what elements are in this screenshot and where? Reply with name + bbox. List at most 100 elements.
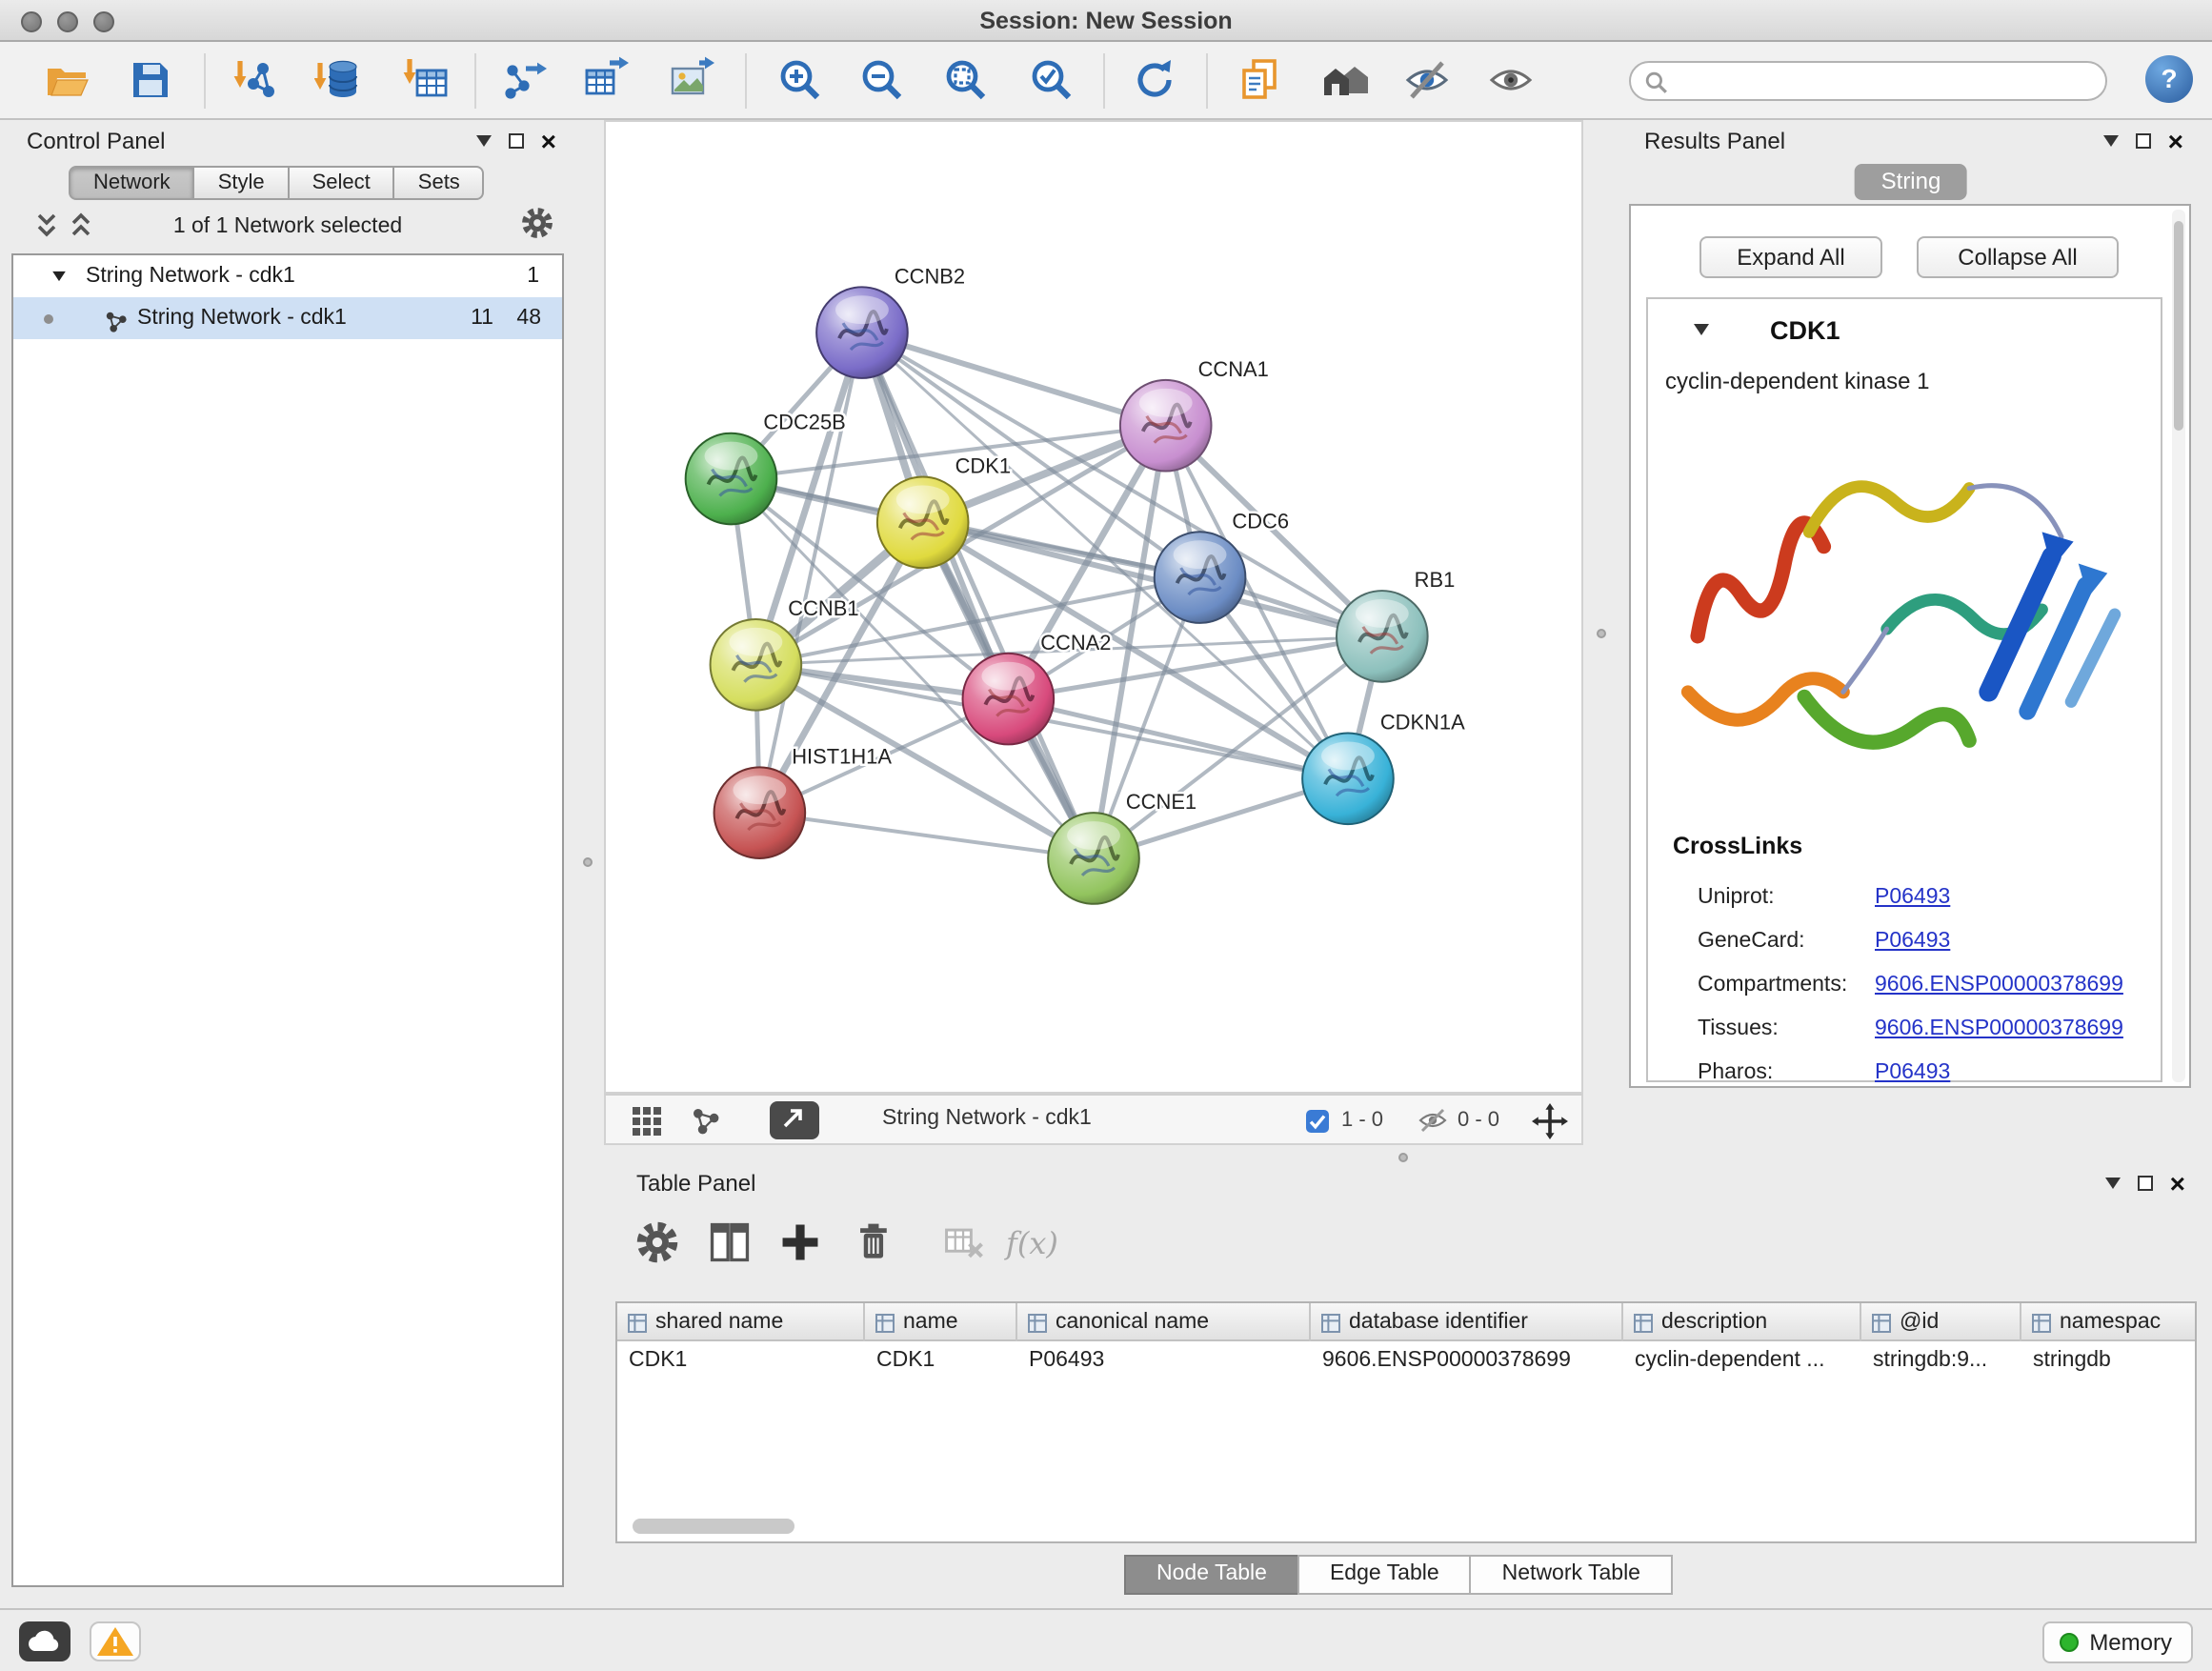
- table-options-gear-icon[interactable]: [634, 1219, 684, 1269]
- node-CDC6[interactable]: [1155, 532, 1246, 623]
- network-canvas[interactable]: CCNB2CCNA1CDC25BCDK1CDC6RB1CCNB1CCNA2CDK…: [604, 120, 1583, 1094]
- tab-string[interactable]: String: [1855, 164, 1968, 200]
- edge-HIST1H1A-CCNE1[interactable]: [759, 813, 1094, 858]
- network-overview-icon[interactable]: [692, 1107, 720, 1141]
- minimize-window-icon[interactable]: [57, 10, 78, 31]
- float-panel-icon[interactable]: [476, 135, 492, 147]
- column-header-shared-name[interactable]: shared name: [617, 1303, 865, 1341]
- column-header--id[interactable]: @id: [1861, 1303, 2021, 1341]
- node-CCNA2[interactable]: [963, 654, 1055, 745]
- function-builder-icon[interactable]: f(x): [1006, 1225, 1058, 1275]
- import-network-icon[interactable]: [232, 55, 282, 105]
- zoom-out-icon[interactable]: [857, 55, 907, 105]
- results-scrollbar[interactable]: [2172, 210, 2185, 1082]
- zoom-fit-icon[interactable]: [941, 55, 991, 105]
- crosslink-link[interactable]: P06493: [1875, 930, 1950, 953]
- column-header-description[interactable]: description: [1623, 1303, 1861, 1341]
- table-cell[interactable]: P06493: [1017, 1341, 1311, 1379]
- tab-node-table[interactable]: Node Table: [1124, 1555, 1299, 1595]
- crosslink-link[interactable]: 9606.ENSP00000378699: [1875, 1017, 2123, 1040]
- node-RB1[interactable]: [1337, 591, 1428, 682]
- bottom-splitter-handle[interactable]: [1398, 1153, 1408, 1162]
- table-cell[interactable]: 9606.ENSP00000378699: [1311, 1341, 1623, 1379]
- column-header-namespac[interactable]: namespac: [2021, 1303, 2197, 1341]
- open-in-window-button[interactable]: [770, 1101, 819, 1139]
- show-hide-panel-icon[interactable]: [1486, 55, 1536, 105]
- collapse-all-icon[interactable]: [34, 211, 59, 246]
- node-CDC25B[interactable]: [686, 433, 777, 525]
- maximize-panel-icon[interactable]: [2138, 1176, 2153, 1191]
- node-HIST1H1A[interactable]: [714, 767, 806, 858]
- selected-checkbox-icon[interactable]: [1305, 1109, 1330, 1139]
- node-CCNA1[interactable]: [1120, 380, 1212, 472]
- crosslink-link[interactable]: 9606.ENSP00000378699: [1875, 974, 2123, 997]
- node-CDKN1A[interactable]: [1302, 733, 1394, 824]
- float-panel-icon[interactable]: [2105, 1178, 2121, 1189]
- help-icon[interactable]: ?: [2145, 55, 2193, 103]
- hidden-eye-icon[interactable]: [1418, 1107, 1448, 1139]
- import-database-icon[interactable]: [314, 55, 364, 105]
- warnings-button[interactable]: [90, 1621, 141, 1661]
- node-CCNB1[interactable]: [711, 619, 802, 711]
- zoom-in-icon[interactable]: [775, 55, 825, 105]
- tab-network-table[interactable]: Network Table: [1470, 1555, 1673, 1595]
- network-collection-row[interactable]: String Network - cdk1 1: [13, 255, 562, 297]
- right-splitter-handle[interactable]: [1597, 629, 1606, 638]
- search-input[interactable]: [1677, 65, 2092, 97]
- close-panel-icon[interactable]: ×: [2170, 1174, 2185, 1193]
- cloud-status-button[interactable]: [19, 1621, 70, 1661]
- table-cell[interactable]: cyclin-dependent ...: [1623, 1341, 1861, 1379]
- delete-table-icon[interactable]: [941, 1219, 991, 1269]
- tab-style[interactable]: Style: [193, 166, 290, 200]
- crosslink-link[interactable]: P06493: [1875, 1061, 1950, 1084]
- maximize-panel-icon[interactable]: [2136, 133, 2151, 149]
- zoom-selected-icon[interactable]: [1027, 55, 1076, 105]
- export-network-icon[interactable]: [499, 55, 549, 105]
- edge-CCNB2-CCNE1[interactable]: [862, 332, 1094, 858]
- collapse-gene-icon[interactable]: [1694, 324, 1709, 335]
- tab-sets[interactable]: Sets: [393, 166, 485, 200]
- show-columns-icon[interactable]: [707, 1219, 756, 1269]
- expand-all-icon[interactable]: [69, 211, 93, 246]
- column-header-name[interactable]: name: [865, 1303, 1017, 1341]
- import-table-icon[interactable]: [402, 55, 452, 105]
- export-table-icon[interactable]: [581, 55, 631, 105]
- fit-content-crosshair-icon[interactable]: [1532, 1103, 1568, 1145]
- table-cell[interactable]: CDK1: [617, 1341, 865, 1379]
- home-layout-icon[interactable]: [1320, 55, 1370, 105]
- float-panel-icon[interactable]: [2103, 135, 2119, 147]
- tab-select[interactable]: Select: [288, 166, 395, 200]
- network-row-selected[interactable]: String Network - cdk1 11 48: [13, 297, 562, 339]
- tab-network[interactable]: Network: [69, 166, 195, 200]
- collapse-all-button[interactable]: Collapse All: [1917, 236, 2119, 278]
- column-header-canonical-name[interactable]: canonical name: [1017, 1303, 1311, 1341]
- network-graph[interactable]: CCNB2CCNA1CDC25BCDK1CDC6RB1CCNB1CCNA2CDK…: [606, 122, 1581, 1092]
- close-panel-icon[interactable]: ×: [2168, 131, 2183, 151]
- network-options-gear-icon[interactable]: [520, 206, 554, 246]
- delete-column-icon[interactable]: [850, 1219, 899, 1269]
- table-horizontal-scrollbar[interactable]: [633, 1519, 794, 1534]
- close-window-icon[interactable]: [21, 10, 42, 31]
- crosslink-link[interactable]: P06493: [1875, 886, 1950, 909]
- column-header-database-identifier[interactable]: database identifier: [1311, 1303, 1623, 1341]
- export-image-icon[interactable]: [667, 55, 716, 105]
- hide-graphics-details-icon[interactable]: [1402, 55, 1452, 105]
- left-splitter-handle[interactable]: [583, 857, 593, 867]
- memory-button[interactable]: Memory: [2041, 1621, 2193, 1663]
- table-cell[interactable]: stringdb: [2021, 1341, 2197, 1379]
- edge-CCNB2-CCNA1[interactable]: [862, 332, 1166, 426]
- table-cell[interactable]: CDK1: [865, 1341, 1017, 1379]
- create-column-icon[interactable]: [777, 1219, 827, 1269]
- tab-edge-table[interactable]: Edge Table: [1297, 1555, 1472, 1595]
- node-CCNE1[interactable]: [1048, 813, 1139, 904]
- zoom-window-icon[interactable]: [93, 10, 114, 31]
- table-cell[interactable]: stringdb:9...: [1861, 1341, 2021, 1379]
- open-session-icon[interactable]: [42, 55, 91, 105]
- save-session-icon[interactable]: [126, 55, 175, 105]
- grid-view-icon[interactable]: [633, 1107, 661, 1141]
- expand-all-button[interactable]: Expand All: [1699, 236, 1882, 278]
- copy-icon[interactable]: [1235, 55, 1284, 105]
- close-panel-icon[interactable]: ×: [541, 131, 556, 151]
- collection-expand-icon[interactable]: [52, 272, 66, 281]
- node-CDK1[interactable]: [877, 477, 969, 569]
